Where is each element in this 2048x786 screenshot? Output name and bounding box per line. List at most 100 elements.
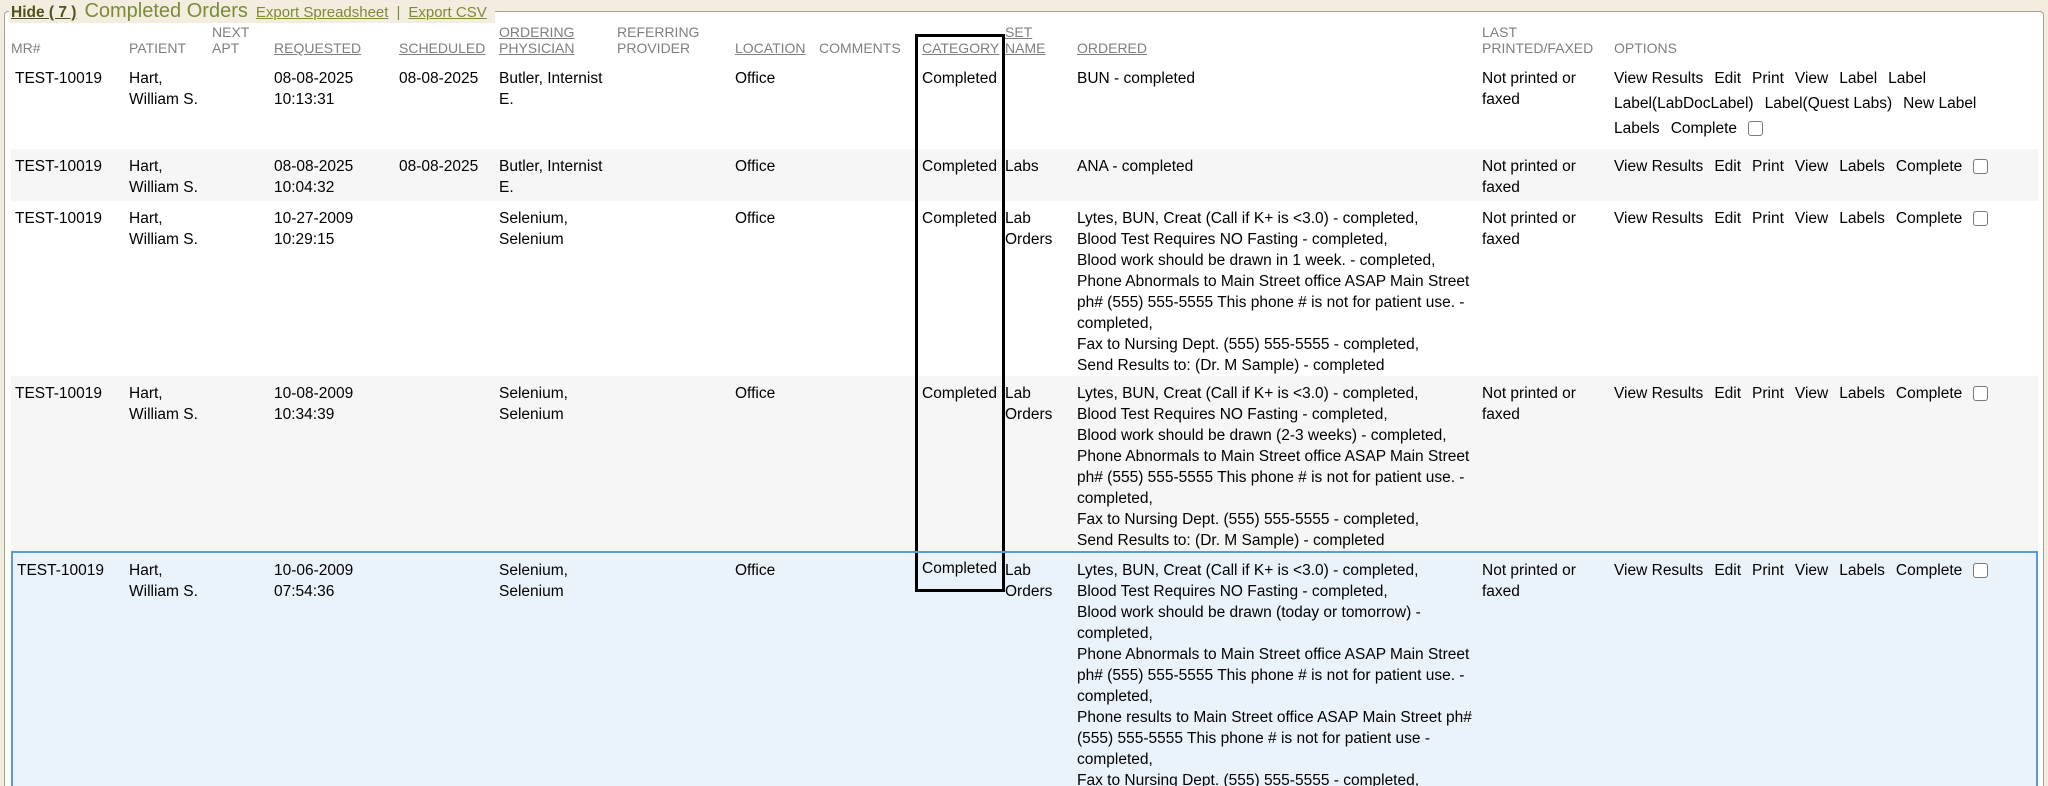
order-row: TEST-10019Hart, William S.10-08-2009 10:… [11, 376, 2038, 551]
column-header-referring_provider: REFERRING PROVIDER [617, 24, 699, 56]
option-view-results-link[interactable]: View Results [1614, 208, 1703, 229]
option-view-link[interactable]: View [1795, 560, 1828, 581]
complete-checkbox[interactable] [1748, 121, 1763, 136]
cell-options: View Results Edit Print View Labels Complete [1614, 149, 2038, 201]
ordering_physician-value: Butler, Internist E. [499, 158, 602, 196]
option-print-link[interactable]: Print [1752, 156, 1784, 177]
option-complete-link[interactable]: Complete [1896, 156, 1962, 177]
option-view-results-link[interactable]: View Results [1614, 560, 1703, 581]
cell-ordering_physician: Selenium, Selenium [499, 551, 617, 786]
column-header-location[interactable]: LOCATION [735, 40, 806, 56]
option-print-link[interactable]: Print [1752, 560, 1784, 581]
location-value: Office [735, 158, 775, 175]
complete-checkbox[interactable] [1973, 159, 1988, 174]
ordered-item: Blood work should be drawn (today or tom… [1077, 602, 1474, 644]
requested-value: 10-08-2009 10:34:39 [274, 385, 353, 423]
cell-last_printed_faxed: Not printed or faxed [1482, 149, 1614, 201]
complete-checkbox[interactable] [1973, 211, 1988, 226]
column-header-next_apt: NEXT APT [212, 24, 249, 56]
category-highlight-box-top: CATEGORY [915, 34, 1005, 61]
column-header-cell-last_printed_faxed: LAST PRINTED/FAXED [1482, 23, 1614, 61]
set_name-value: Lab Orders [1005, 385, 1052, 423]
location-value: Office [735, 562, 775, 579]
cell-options: View Results Edit Print View Labels Complete [1614, 376, 2038, 551]
option-edit-link[interactable]: Edit [1714, 560, 1741, 581]
column-header-last_printed_faxed: LAST PRINTED/FAXED [1482, 24, 1593, 56]
option-complete-link[interactable]: Complete [1896, 560, 1962, 581]
requested-value: 08-08-2025 10:04:32 [274, 158, 353, 196]
option-edit-link[interactable]: Edit [1714, 156, 1741, 177]
option-complete-link[interactable]: Complete [1671, 118, 1737, 139]
patient-value: Hart, William S. [129, 70, 198, 108]
option-label-link[interactable]: Label [1839, 68, 1877, 89]
table-header: MR#PATIENTNEXT APTREQUESTEDSCHEDULEDORDE… [11, 23, 2038, 61]
option-view-results-link[interactable]: View Results [1614, 68, 1703, 89]
option-print-link[interactable]: Print [1752, 383, 1784, 404]
patient-value: Hart, William S. [129, 210, 198, 248]
option-labels-link[interactable]: Labels [1839, 383, 1885, 404]
option-labels-link[interactable]: Labels [1839, 156, 1885, 177]
export-spreadsheet-link[interactable]: Export Spreadsheet [256, 4, 389, 21]
column-header-options: OPTIONS [1614, 40, 1677, 56]
option-edit-link[interactable]: Edit [1714, 68, 1741, 89]
column-header-cell-ordering_physician: ORDERING PHYSICIAN [499, 23, 617, 61]
patient-value: Hart, William S. [129, 385, 198, 423]
options-links: View Results Edit Print View Labels Complete [1614, 383, 2030, 404]
option-label-labdoclabel-link[interactable]: Label(LabDocLabel) [1614, 93, 1754, 114]
set_name-value: Lab Orders [1005, 210, 1052, 248]
option-view-link[interactable]: View [1795, 383, 1828, 404]
option-labels-link[interactable]: Labels [1614, 118, 1660, 139]
column-header-category[interactable]: CATEGORY [922, 40, 999, 56]
option-view-results-link[interactable]: View Results [1614, 156, 1703, 177]
cell-mr: TEST-10019 [11, 201, 129, 376]
option-print-link[interactable]: Print [1752, 68, 1784, 89]
cell-next_apt [212, 551, 274, 786]
option-view-results-link[interactable]: View Results [1614, 383, 1703, 404]
complete-checkbox[interactable] [1973, 386, 1988, 401]
option-complete-link[interactable]: Complete [1896, 383, 1962, 404]
option-view-link[interactable]: View [1795, 68, 1828, 89]
hide-toggle-link[interactable]: Hide ( 7 ) [11, 4, 76, 22]
option-label-quest-labs-link[interactable]: Label(Quest Labs) [1765, 93, 1893, 114]
option-complete-link[interactable]: Complete [1896, 208, 1962, 229]
cell-comments [819, 149, 915, 201]
category-value: Completed [922, 70, 997, 87]
cell-mr: TEST-10019 [11, 149, 129, 201]
option-view-link[interactable]: View [1795, 208, 1828, 229]
option-edit-link[interactable]: Edit [1714, 208, 1741, 229]
option-labels-link[interactable]: Labels [1839, 560, 1885, 581]
option-new-label-link[interactable]: New Label [1903, 93, 1976, 114]
option-label-link[interactable]: Label [1888, 68, 1926, 89]
cell-patient: Hart, William S. [129, 551, 212, 786]
column-header-requested[interactable]: REQUESTED [274, 40, 361, 56]
cell-last_printed_faxed: Not printed or faxed [1482, 551, 1614, 786]
export-csv-link[interactable]: Export CSV [408, 4, 486, 21]
cell-next_apt [212, 376, 274, 551]
category-value: Completed [922, 560, 997, 577]
column-header-cell-mr: MR# [11, 23, 129, 61]
option-view-link[interactable]: View [1795, 156, 1828, 177]
option-edit-link[interactable]: Edit [1714, 383, 1741, 404]
order-row: TEST-10019Hart, William S.08-08-2025 10:… [11, 149, 2038, 201]
cell-location: Office [735, 201, 819, 376]
column-header-cell-category: CATEGORY [915, 23, 1005, 61]
column-header-cell-location: LOCATION [735, 23, 819, 61]
ordered-item: Blood Test Requires NO Fasting - complet… [1077, 404, 1474, 425]
cell-requested: 08-08-2025 10:13:31 [274, 61, 399, 149]
table-body: TEST-10019Hart, William S.08-08-2025 10:… [11, 61, 2038, 786]
page-title: Completed Orders [84, 0, 247, 23]
location-value: Office [735, 70, 775, 87]
column-header-ordering_physician[interactable]: ORDERING PHYSICIAN [499, 24, 574, 56]
ordered-item: Blood Test Requires NO Fasting - complet… [1077, 581, 1474, 602]
options-links: View Results Edit Print View Labels Complete [1614, 156, 2030, 177]
cell-scheduled [399, 376, 499, 551]
option-labels-link[interactable]: Labels [1839, 208, 1885, 229]
complete-checkbox[interactable] [1973, 563, 1988, 578]
option-print-link[interactable]: Print [1752, 208, 1784, 229]
cell-set_name: Lab Orders [1005, 376, 1077, 551]
cell-referring_provider [617, 61, 735, 149]
mr-value: TEST-10019 [17, 562, 104, 579]
column-header-scheduled[interactable]: SCHEDULED [399, 40, 485, 56]
column-header-ordered[interactable]: ORDERED [1077, 40, 1147, 56]
column-header-set_name[interactable]: SET NAME [1005, 24, 1045, 56]
